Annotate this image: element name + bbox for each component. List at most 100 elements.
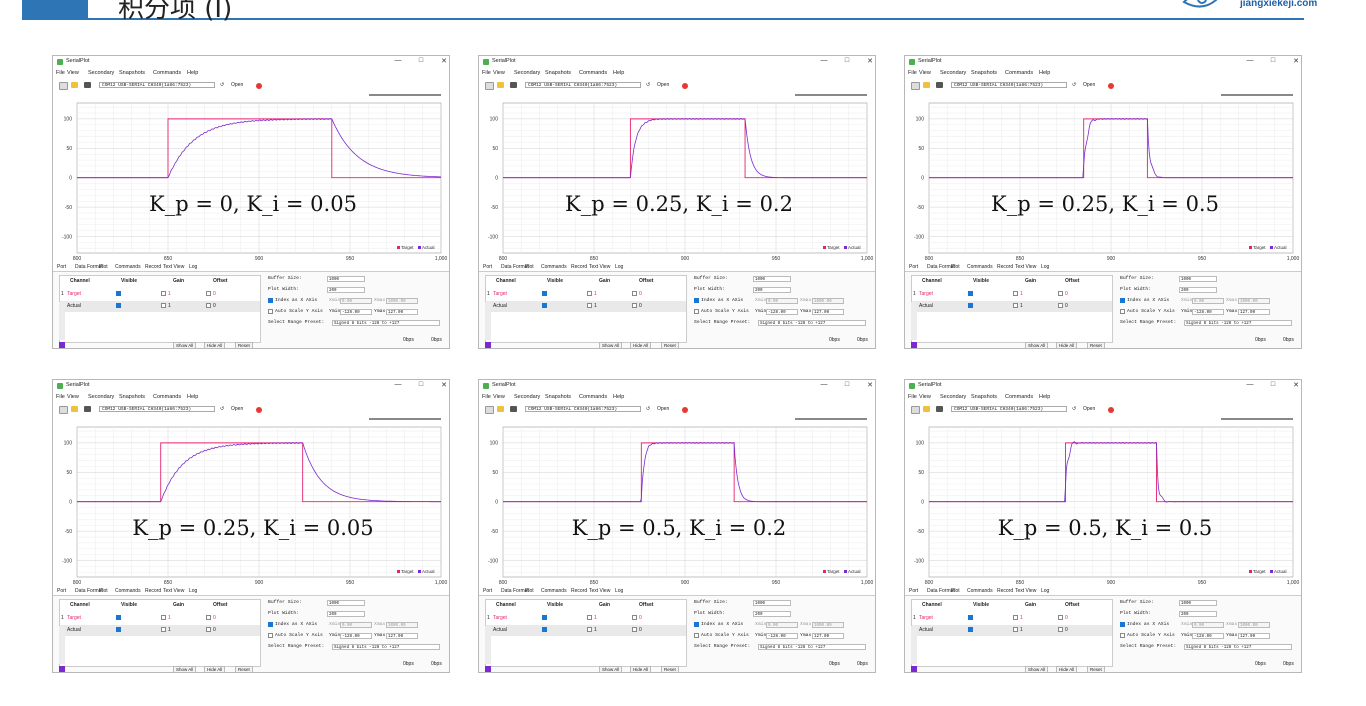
autoscale-checkbox[interactable] bbox=[1120, 309, 1125, 314]
menu-item[interactable]: Commands bbox=[1005, 394, 1033, 400]
offset-checkbox[interactable] bbox=[1058, 627, 1063, 632]
close-button[interactable]: ✕ bbox=[865, 381, 875, 389]
camera-icon[interactable] bbox=[510, 82, 517, 88]
tab[interactable]: Log bbox=[615, 264, 623, 270]
tab[interactable]: Port bbox=[909, 264, 918, 270]
port-select[interactable]: COM12 USB-SERIAL CH340(1a86:7523) bbox=[99, 82, 215, 88]
ymin-input[interactable]: -128.00 bbox=[340, 309, 372, 315]
minimize-button[interactable]: — bbox=[819, 381, 829, 388]
table-row[interactable]: 1 Target 1 0 bbox=[60, 289, 260, 300]
plot-area[interactable]: 100 50 0 -50 -100 800 850 900 950 1,000 Target Actu… bbox=[479, 415, 876, 587]
camera-icon[interactable] bbox=[936, 406, 943, 412]
reset-button[interactable]: Reset bbox=[1087, 666, 1105, 672]
plot-area[interactable]: 100 50 0 -50 -100 800 850 900 950 1,000 Target Actu… bbox=[53, 415, 450, 587]
plot-area[interactable]: 100 50 0 -50 -100 800 850 900 950 1,000 Target Actu… bbox=[905, 91, 1302, 263]
hide-all-button[interactable]: Hide All bbox=[204, 342, 226, 348]
table-row[interactable]: 2Actual10 bbox=[486, 625, 686, 636]
visible-checkbox[interactable] bbox=[116, 615, 121, 620]
gain-checkbox[interactable] bbox=[587, 615, 592, 620]
tab[interactable]: Port bbox=[57, 588, 66, 594]
brush-icon[interactable] bbox=[923, 406, 930, 412]
xmin-input[interactable]: 0.00 bbox=[1192, 298, 1224, 304]
range-preset-select[interactable]: Signed 8 bits -128 to +127 bbox=[1184, 320, 1292, 326]
menu-item[interactable]: View bbox=[493, 394, 505, 400]
tab[interactable]: Record bbox=[997, 264, 1013, 270]
refresh-icon[interactable]: ↺ bbox=[220, 82, 224, 88]
xmin-input[interactable]: 0.00 bbox=[766, 298, 798, 304]
channel-color-swatch[interactable] bbox=[59, 342, 65, 348]
visible-checkbox[interactable] bbox=[542, 303, 547, 308]
xmin-input[interactable]: 0.00 bbox=[1192, 622, 1224, 628]
refresh-icon[interactable]: ↺ bbox=[646, 82, 650, 88]
offset-checkbox[interactable] bbox=[1058, 615, 1063, 620]
brush-icon[interactable] bbox=[497, 82, 504, 88]
hide-all-button[interactable]: Hide All bbox=[1056, 666, 1078, 672]
xmin-input[interactable]: 0.00 bbox=[766, 622, 798, 628]
menu-item[interactable]: Help bbox=[1039, 394, 1050, 400]
reset-button[interactable]: Reset bbox=[1087, 342, 1105, 348]
tab[interactable]: Record bbox=[145, 264, 161, 270]
menu-item[interactable]: Snapshots bbox=[119, 394, 145, 400]
visible-checkbox[interactable] bbox=[116, 627, 121, 632]
close-button[interactable]: ✕ bbox=[439, 57, 449, 65]
tab[interactable]: Log bbox=[615, 588, 623, 594]
ymax-input[interactable]: 127.00 bbox=[1238, 309, 1270, 315]
tab[interactable]: Plot bbox=[525, 264, 534, 270]
gain-checkbox[interactable] bbox=[161, 303, 166, 308]
grid-icon[interactable] bbox=[59, 406, 68, 414]
tab[interactable]: Record bbox=[571, 264, 587, 270]
autoscale-checkbox[interactable] bbox=[694, 309, 699, 314]
visible-checkbox[interactable] bbox=[542, 615, 547, 620]
visible-checkbox[interactable] bbox=[968, 627, 973, 632]
maximize-button[interactable]: □ bbox=[1268, 57, 1278, 64]
menu-item[interactable]: File bbox=[482, 394, 491, 400]
tab[interactable]: Commands bbox=[115, 588, 141, 594]
plot-width-input[interactable]: 200 bbox=[753, 611, 791, 617]
buffer-size-input[interactable]: 1000 bbox=[1179, 276, 1217, 282]
gain-checkbox[interactable] bbox=[1013, 627, 1018, 632]
gain-checkbox[interactable] bbox=[587, 303, 592, 308]
open-button[interactable]: Open bbox=[1083, 406, 1095, 412]
show-all-button[interactable]: Show All bbox=[173, 342, 197, 348]
menu-item[interactable]: Commands bbox=[579, 70, 607, 76]
table-row[interactable]: 1 Target 1 0 bbox=[486, 613, 686, 624]
table-row[interactable]: 1 Target 1 0 bbox=[912, 289, 1112, 300]
minimize-button[interactable]: — bbox=[819, 57, 829, 64]
tab[interactable]: Log bbox=[189, 588, 197, 594]
tab[interactable]: Port bbox=[909, 588, 918, 594]
tab[interactable]: Commands bbox=[967, 588, 993, 594]
port-select[interactable]: COM12 USB-SERIAL CH340(1a86:7523) bbox=[525, 406, 641, 412]
tab[interactable]: Record bbox=[571, 588, 587, 594]
refresh-icon[interactable]: ↺ bbox=[220, 406, 224, 412]
offset-checkbox[interactable] bbox=[206, 627, 211, 632]
plot-area[interactable]: 100 50 0 -50 -100 800 850 900 950 1,000 Target Actu… bbox=[479, 91, 876, 263]
tab[interactable]: Log bbox=[189, 264, 197, 270]
menu-item[interactable]: File bbox=[908, 394, 917, 400]
gain-checkbox[interactable] bbox=[1013, 615, 1018, 620]
xmax-input[interactable]: 1000.00 bbox=[1238, 622, 1270, 628]
buffer-size-input[interactable]: 1000 bbox=[327, 276, 365, 282]
minimize-button[interactable]: — bbox=[1245, 57, 1255, 64]
refresh-icon[interactable]: ↺ bbox=[1072, 406, 1076, 412]
hide-all-button[interactable]: Hide All bbox=[1056, 342, 1078, 348]
channel-color-swatch[interactable] bbox=[911, 666, 917, 672]
minimize-button[interactable]: — bbox=[393, 381, 403, 388]
close-button[interactable]: ✕ bbox=[439, 381, 449, 389]
buffer-size-input[interactable]: 1000 bbox=[327, 600, 365, 606]
tab[interactable]: Plot bbox=[951, 588, 960, 594]
camera-icon[interactable] bbox=[84, 406, 91, 412]
tab[interactable]: Log bbox=[1041, 264, 1049, 270]
camera-icon[interactable] bbox=[84, 82, 91, 88]
maximize-button[interactable]: □ bbox=[842, 381, 852, 388]
record-icon[interactable] bbox=[682, 83, 688, 89]
tab[interactable]: Text View bbox=[163, 588, 184, 594]
record-icon[interactable] bbox=[1108, 83, 1114, 89]
maximize-button[interactable]: □ bbox=[842, 57, 852, 64]
plot-area[interactable]: 100 50 0 -50 -100 800 850 900 950 1,000 Target Actu… bbox=[53, 91, 450, 263]
tab[interactable]: Plot bbox=[99, 264, 108, 270]
xmin-input[interactable]: 0.00 bbox=[340, 298, 372, 304]
plot-width-input[interactable]: 200 bbox=[1179, 611, 1217, 617]
index-x-checkbox[interactable] bbox=[1120, 622, 1125, 627]
channel-color-swatch[interactable] bbox=[485, 666, 491, 672]
menu-item[interactable]: Secondary bbox=[88, 394, 114, 400]
